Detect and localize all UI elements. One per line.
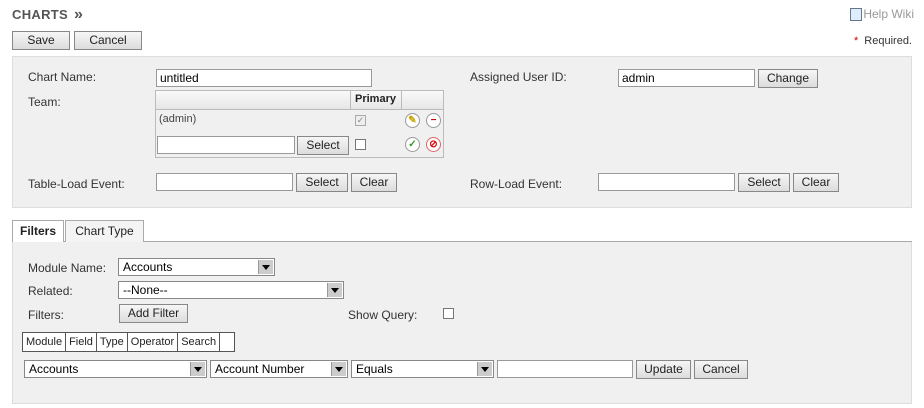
filter-columns-header: Module Field Type Operator Search (22, 332, 236, 352)
table-load-label: Table-Load Event: (28, 177, 125, 191)
chevron-down-icon (327, 283, 342, 297)
team-label: Team: (28, 95, 61, 109)
chevron-down-icon (477, 362, 492, 376)
cancel-icon[interactable]: ⊘ (426, 137, 441, 152)
team-existing-name: (admin) (159, 113, 197, 125)
related-select[interactable]: --None-- (118, 281, 344, 299)
filter-module-select[interactable]: Accounts (24, 360, 207, 378)
show-query-label: Show Query: (348, 308, 418, 322)
tab-chart-type[interactable]: Chart Type (65, 220, 144, 242)
filter-operator-select[interactable]: Equals (351, 360, 494, 378)
update-button[interactable]: Update (636, 360, 691, 379)
filters-label: Filters: (28, 308, 64, 322)
filter-field-select[interactable]: Account Number (210, 360, 348, 378)
module-name-label: Module Name: (28, 261, 107, 275)
save-button[interactable]: Save (12, 31, 70, 50)
required-note: * Required. (854, 35, 912, 47)
column-header: Field (66, 333, 97, 351)
row-load-input[interactable] (598, 173, 735, 191)
table-load-select-button[interactable]: Select (296, 173, 348, 192)
table-load-input[interactable] (156, 173, 293, 191)
change-user-button[interactable]: Change (758, 69, 818, 88)
tab-filters[interactable]: Filters (12, 220, 64, 243)
row-load-clear-button[interactable]: Clear (793, 173, 839, 192)
team-name-input[interactable] (157, 136, 295, 154)
filter-search-input[interactable] (497, 360, 633, 378)
breadcrumb-arrow: » (73, 6, 84, 23)
help-wiki-link[interactable]: Help Wiki (850, 7, 914, 22)
chevron-down-icon (190, 362, 205, 376)
new-team-primary-checkbox[interactable] (355, 139, 366, 150)
cancel-button[interactable]: Cancel (74, 31, 142, 50)
assigned-user-input[interactable]: admin (618, 69, 755, 87)
chart-name-label: Chart Name: (28, 70, 97, 84)
row-load-select-button[interactable]: Select (738, 173, 790, 192)
related-label: Related: (28, 284, 73, 298)
page-title: CHARTS» (12, 6, 84, 23)
assigned-user-label: Assigned User ID: (470, 70, 567, 84)
confirm-check-icon[interactable]: ✓ (405, 137, 420, 152)
team-table-header: Primary (156, 91, 443, 110)
remove-icon[interactable]: − (426, 113, 441, 128)
column-header: Operator (128, 333, 179, 351)
column-header: Search (178, 333, 221, 351)
show-query-checkbox[interactable] (443, 308, 454, 319)
module-name-select[interactable]: Accounts (118, 258, 275, 276)
table-load-clear-button[interactable]: Clear (351, 173, 397, 192)
column-header: Module (23, 333, 67, 351)
row-load-label: Row-Load Event: (470, 177, 563, 191)
edit-pencil-icon[interactable]: ✎ (405, 113, 420, 128)
team-select-button[interactable]: Select (297, 136, 349, 155)
column-header: Type (97, 333, 128, 351)
chevron-down-icon (331, 362, 346, 376)
team-table: Primary (admin) ✓ ✎ − Select ✓ ⊘ (155, 90, 444, 158)
chart-name-input[interactable]: untitled (156, 69, 372, 87)
chevron-down-icon (258, 260, 273, 274)
help-book-icon (850, 8, 863, 22)
team-primary-checkbox: ✓ (355, 115, 366, 126)
primary-column-header: Primary (355, 93, 396, 105)
add-filter-button[interactable]: Add Filter (119, 304, 188, 323)
filter-cancel-button[interactable]: Cancel (694, 360, 748, 379)
